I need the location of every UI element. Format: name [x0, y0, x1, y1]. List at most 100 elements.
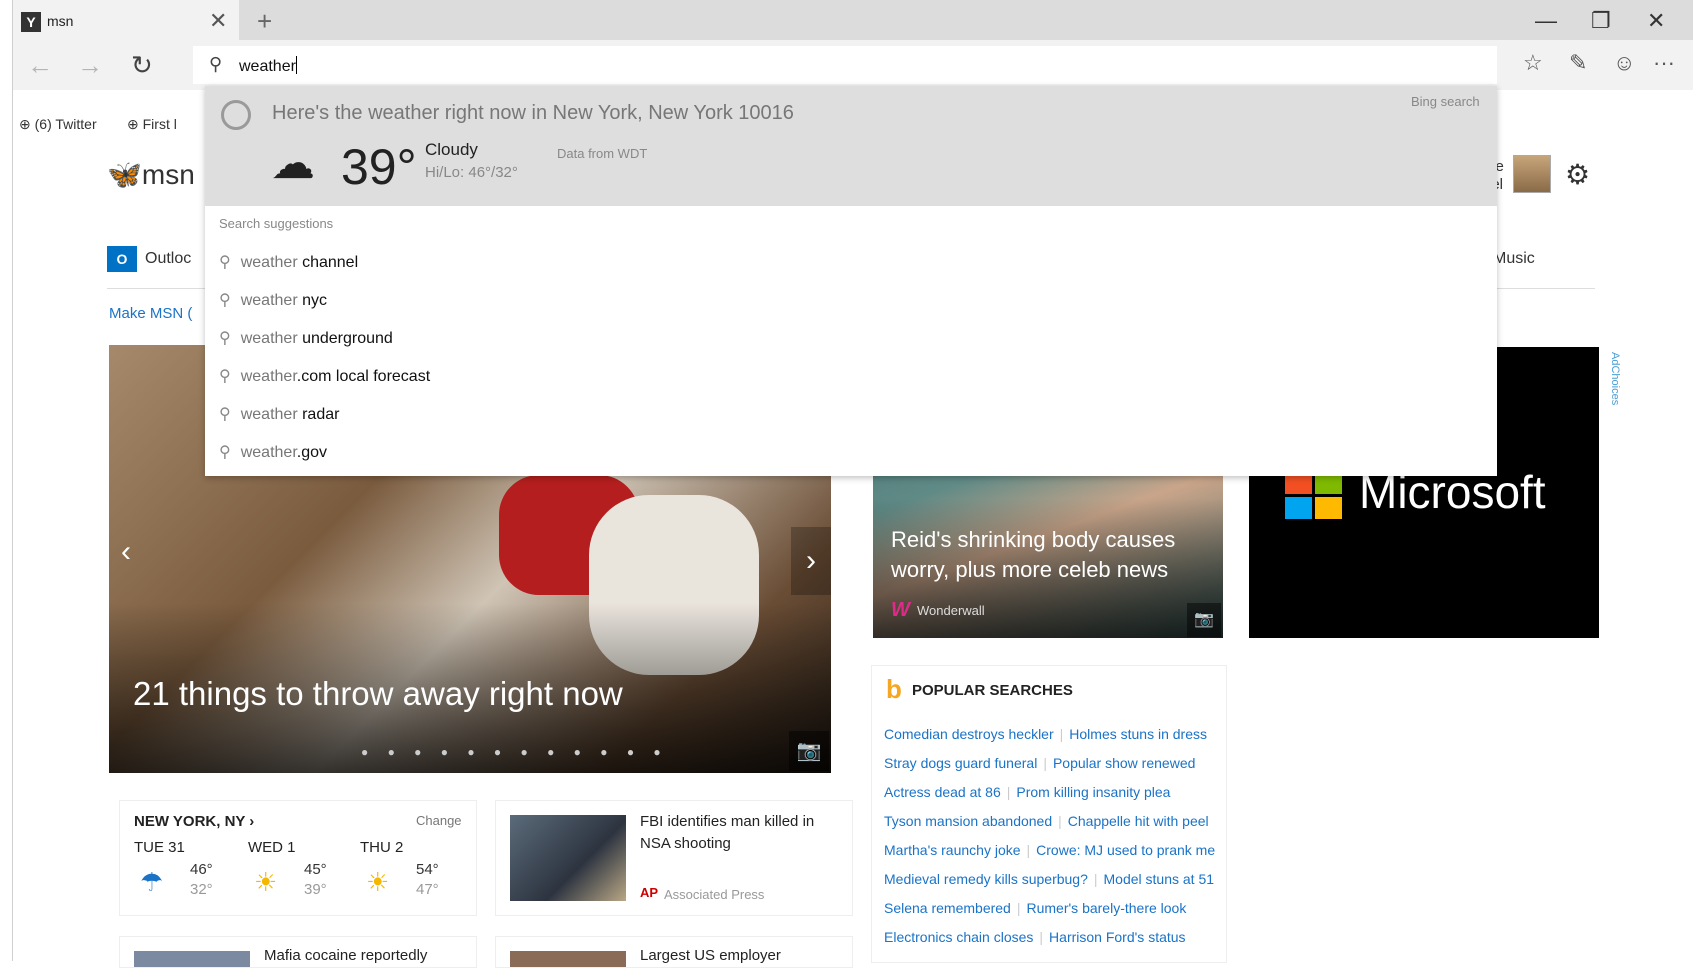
- outlook-icon[interactable]: O: [107, 246, 137, 272]
- popular-search-link[interactable]: Rumer's barely-there look: [1027, 900, 1187, 916]
- search-icon: ⚲: [219, 292, 231, 309]
- favorite-first[interactable]: ⊕ First l: [127, 116, 177, 133]
- favorite-label: (6) Twitter: [34, 116, 97, 132]
- news-title[interactable]: Largest US employer: [640, 947, 781, 964]
- gear-icon[interactable]: ⚙: [1565, 158, 1590, 191]
- popular-search-link[interactable]: Crowe: MJ used to prank me: [1036, 842, 1215, 858]
- forward-icon[interactable]: →: [77, 50, 103, 81]
- popular-search-link[interactable]: Chappelle hit with peel: [1068, 813, 1209, 829]
- music-label[interactable]: Music: [1493, 250, 1535, 268]
- popular-search-link[interactable]: Holmes stuns in dress: [1069, 726, 1207, 742]
- popular-search-link[interactable]: Electronics chain closes: [884, 929, 1033, 945]
- popular-searches-heading: POPULAR SEARCHES: [912, 682, 1073, 699]
- popular-search-link[interactable]: Model stuns at 51: [1104, 871, 1215, 887]
- msn-favicon-icon: Y: [21, 12, 41, 32]
- popular-searches-row: Martha's raunchy joke | Crowe: MJ used to …: [884, 842, 1215, 858]
- weather-day[interactable]: TUE 31 ☂ 46° 32°: [134, 839, 244, 898]
- weather-answer-heading: Here's the weather right now in New York…: [272, 102, 794, 124]
- popular-search-link[interactable]: Stray dogs guard funeral: [884, 755, 1037, 771]
- address-value: weather: [239, 58, 296, 75]
- suggestion-item[interactable]: ⚲ weather radar: [219, 404, 339, 424]
- search-icon: ⚲: [219, 254, 231, 271]
- suggestion-prefix: weather: [240, 292, 298, 309]
- separator: |: [1093, 871, 1098, 887]
- popular-search-link[interactable]: Comedian destroys heckler: [884, 726, 1054, 742]
- weather-card[interactable]: NEW YORK, NY › Change TUE 31 ☂ 46° 32° W…: [119, 800, 477, 916]
- more-icon[interactable]: ···: [1653, 50, 1675, 76]
- suggestion-suffix: nyc: [297, 292, 327, 309]
- tab-msn[interactable]: Y msn ✕: [13, 0, 239, 40]
- news-thumbnail: [510, 815, 626, 901]
- outlook-label[interactable]: Outloc: [145, 250, 191, 268]
- adchoices-link[interactable]: AdChoices: [1609, 352, 1621, 405]
- suggestion-item[interactable]: ⚲ weather.gov: [219, 442, 327, 462]
- news-title[interactable]: Mafia cocaine reportedly: [264, 947, 427, 964]
- make-msn-link[interactable]: Make MSN (: [109, 305, 192, 322]
- news-title[interactable]: FBI identifies man killed in NSA shootin…: [640, 811, 840, 855]
- popular-search-link[interactable]: Medieval remedy kills superbug?: [884, 871, 1088, 887]
- separator: |: [1043, 755, 1047, 771]
- refresh-icon[interactable]: ↻: [131, 50, 153, 81]
- weather-change-link[interactable]: Change: [416, 813, 462, 828]
- popular-searches-row: Comedian destroys heckler | Holmes stuns i…: [884, 726, 1207, 742]
- news-card[interactable]: Mafia cocaine reportedly: [119, 936, 477, 968]
- sun-icon: ☀: [366, 867, 390, 897]
- suggestion-prefix: weather: [240, 406, 298, 423]
- minimize-icon[interactable]: —: [1535, 8, 1557, 34]
- search-icon: ⚲: [209, 54, 223, 74]
- suggestions-heading: Search suggestions: [219, 216, 334, 231]
- separator: |: [1039, 929, 1044, 945]
- tab-bar: Y msn ✕ + — ❐ ✕: [13, 0, 1693, 40]
- suggestion-item[interactable]: ⚲ weather underground: [219, 328, 393, 348]
- separator: |: [1016, 900, 1021, 916]
- avatar[interactable]: [1513, 155, 1551, 193]
- rain-icon: ☂: [140, 867, 164, 897]
- popular-search-link[interactable]: Actress dead at 86: [884, 784, 1001, 800]
- current-temperature: 39°: [341, 139, 417, 195]
- popular-searches-row: Electronics chain closes | Harrison Ford's…: [884, 929, 1186, 945]
- tab-close-icon[interactable]: ✕: [209, 8, 227, 34]
- popular-search-link[interactable]: Prom killing insanity plea: [1016, 784, 1170, 800]
- cloud-icon: ☁: [271, 139, 315, 188]
- back-icon[interactable]: ←: [27, 50, 53, 81]
- nav-bar: ← → ↻ ⚲ weather ☆ ✎ ☺ ···: [13, 40, 1693, 90]
- weather-city[interactable]: NEW YORK, NY ›: [134, 813, 254, 830]
- new-tab-icon[interactable]: +: [257, 6, 272, 37]
- ms-square-blue: [1285, 497, 1312, 519]
- hero-title[interactable]: 21 things to throw away right now: [133, 675, 623, 713]
- carousel-prev-icon[interactable]: ‹: [121, 535, 131, 569]
- favorite-twitter[interactable]: ⊕ (6) Twitter: [19, 116, 97, 133]
- msn-logo[interactable]: 🦋msn: [107, 158, 195, 191]
- weather-answer[interactable]: Here's the weather right now in New York…: [205, 86, 1497, 206]
- search-icon: ⚲: [219, 368, 231, 385]
- news-card[interactable]: FBI identifies man killed in NSA shootin…: [495, 800, 853, 916]
- popular-searches: b POPULAR SEARCHES Comedian destroys hec…: [871, 665, 1227, 963]
- weather-day[interactable]: THU 2 ☀ 54° 47°: [360, 839, 470, 898]
- camera-icon[interactable]: 📷: [1187, 603, 1221, 637]
- suggestion-suffix: underground: [297, 330, 393, 347]
- camera-icon[interactable]: 📷: [789, 731, 829, 771]
- suggestion-item[interactable]: ⚲ weather channel: [219, 252, 358, 272]
- popular-searches-row: Tyson mansion abandoned | Chappelle hit wi…: [884, 813, 1209, 829]
- popular-search-link[interactable]: Harrison Ford's status: [1049, 929, 1186, 945]
- celeb-title[interactable]: Reid's shrinking body causes worry, plus…: [891, 525, 1211, 585]
- address-input[interactable]: weather: [239, 56, 297, 76]
- popular-search-link[interactable]: Selena remembered: [884, 900, 1011, 916]
- suggestion-item[interactable]: ⚲ weather.com local forecast: [219, 366, 430, 386]
- news-card[interactable]: Largest US employer: [495, 936, 853, 968]
- web-note-icon[interactable]: ✎: [1569, 50, 1587, 76]
- popular-search-link[interactable]: Tyson mansion abandoned: [884, 813, 1052, 829]
- window-close-icon[interactable]: ✕: [1647, 8, 1665, 34]
- weather-day[interactable]: WED 1 ☀ 45° 39°: [248, 839, 358, 898]
- weather-high: 45°: [304, 861, 327, 878]
- restore-icon[interactable]: ❐: [1591, 8, 1611, 34]
- popular-search-link[interactable]: Martha's raunchy joke: [884, 842, 1021, 858]
- carousel-dots[interactable]: ● ● ● ● ● ● ● ● ● ● ● ●: [361, 745, 669, 759]
- popular-search-link[interactable]: Popular show renewed: [1053, 755, 1195, 771]
- reading-view-icon[interactable]: ☆: [1523, 50, 1543, 76]
- separator: |: [1059, 726, 1064, 742]
- suggestion-item[interactable]: ⚲ weather nyc: [219, 290, 327, 310]
- address-bar[interactable]: ⚲ weather: [193, 46, 1497, 84]
- feedback-icon[interactable]: ☺: [1613, 50, 1635, 76]
- carousel-next-icon[interactable]: ›: [791, 527, 831, 595]
